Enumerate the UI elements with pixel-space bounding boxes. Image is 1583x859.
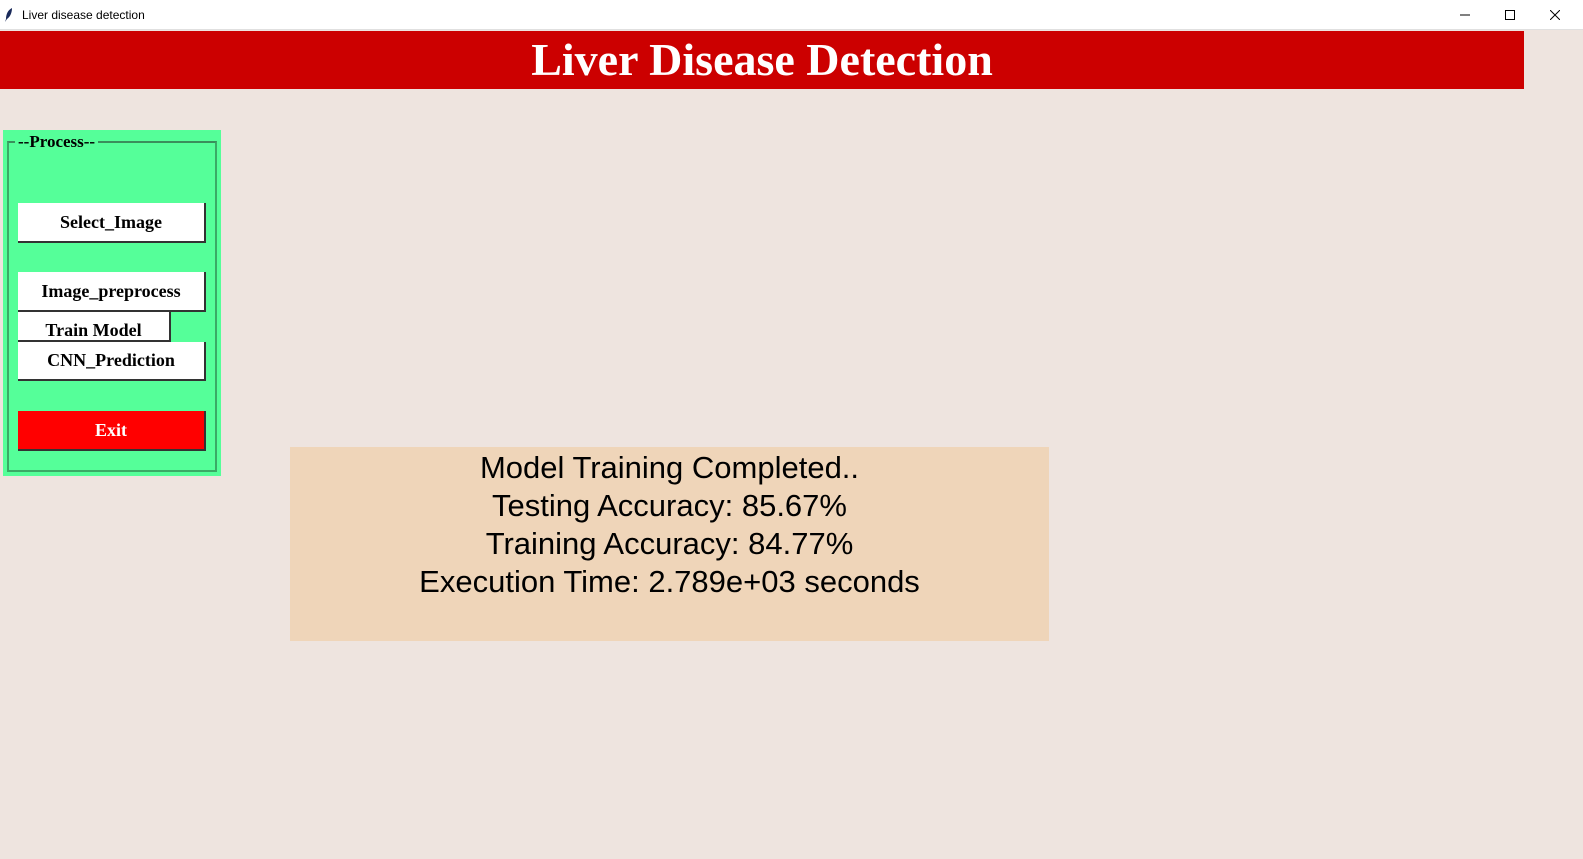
result-status-line: Model Training Completed.. [479, 450, 860, 485]
page-title: Liver Disease Detection [531, 34, 993, 85]
close-button[interactable] [1532, 0, 1577, 30]
training-result-panel: Model Training Completed.. Testing Accur… [290, 447, 1049, 641]
execution-time-line: Execution Time: 2.789e+03 seconds [419, 564, 920, 599]
train-model-button[interactable]: Train Model [18, 312, 171, 342]
maximize-icon [1504, 10, 1515, 20]
exit-button[interactable]: Exit [18, 411, 206, 451]
training-accuracy-line: Training Accuracy: 84.77% [485, 526, 854, 561]
feather-icon [4, 7, 14, 23]
training-result-text: Model Training Completed.. Testing Accur… [290, 449, 1049, 601]
window-titlebar: Liver disease detection [0, 0, 1583, 30]
cnn-prediction-button[interactable]: CNN_Prediction [18, 342, 206, 381]
testing-accuracy-line: Testing Accuracy: 85.67% [492, 488, 847, 523]
close-icon [1549, 10, 1560, 20]
process-group-label: --Process-- [15, 132, 99, 152]
process-panel: --Process-- Select_Image Image_preproces… [3, 130, 221, 476]
minimize-button[interactable] [1442, 0, 1487, 30]
minimize-icon [1459, 10, 1470, 20]
window-title: Liver disease detection [22, 8, 145, 22]
select-image-button[interactable]: Select_Image [18, 203, 206, 243]
image-preprocess-button[interactable]: Image_preprocess [18, 272, 206, 312]
page-title-banner: Liver Disease Detection [0, 31, 1524, 89]
maximize-button[interactable] [1487, 0, 1532, 30]
